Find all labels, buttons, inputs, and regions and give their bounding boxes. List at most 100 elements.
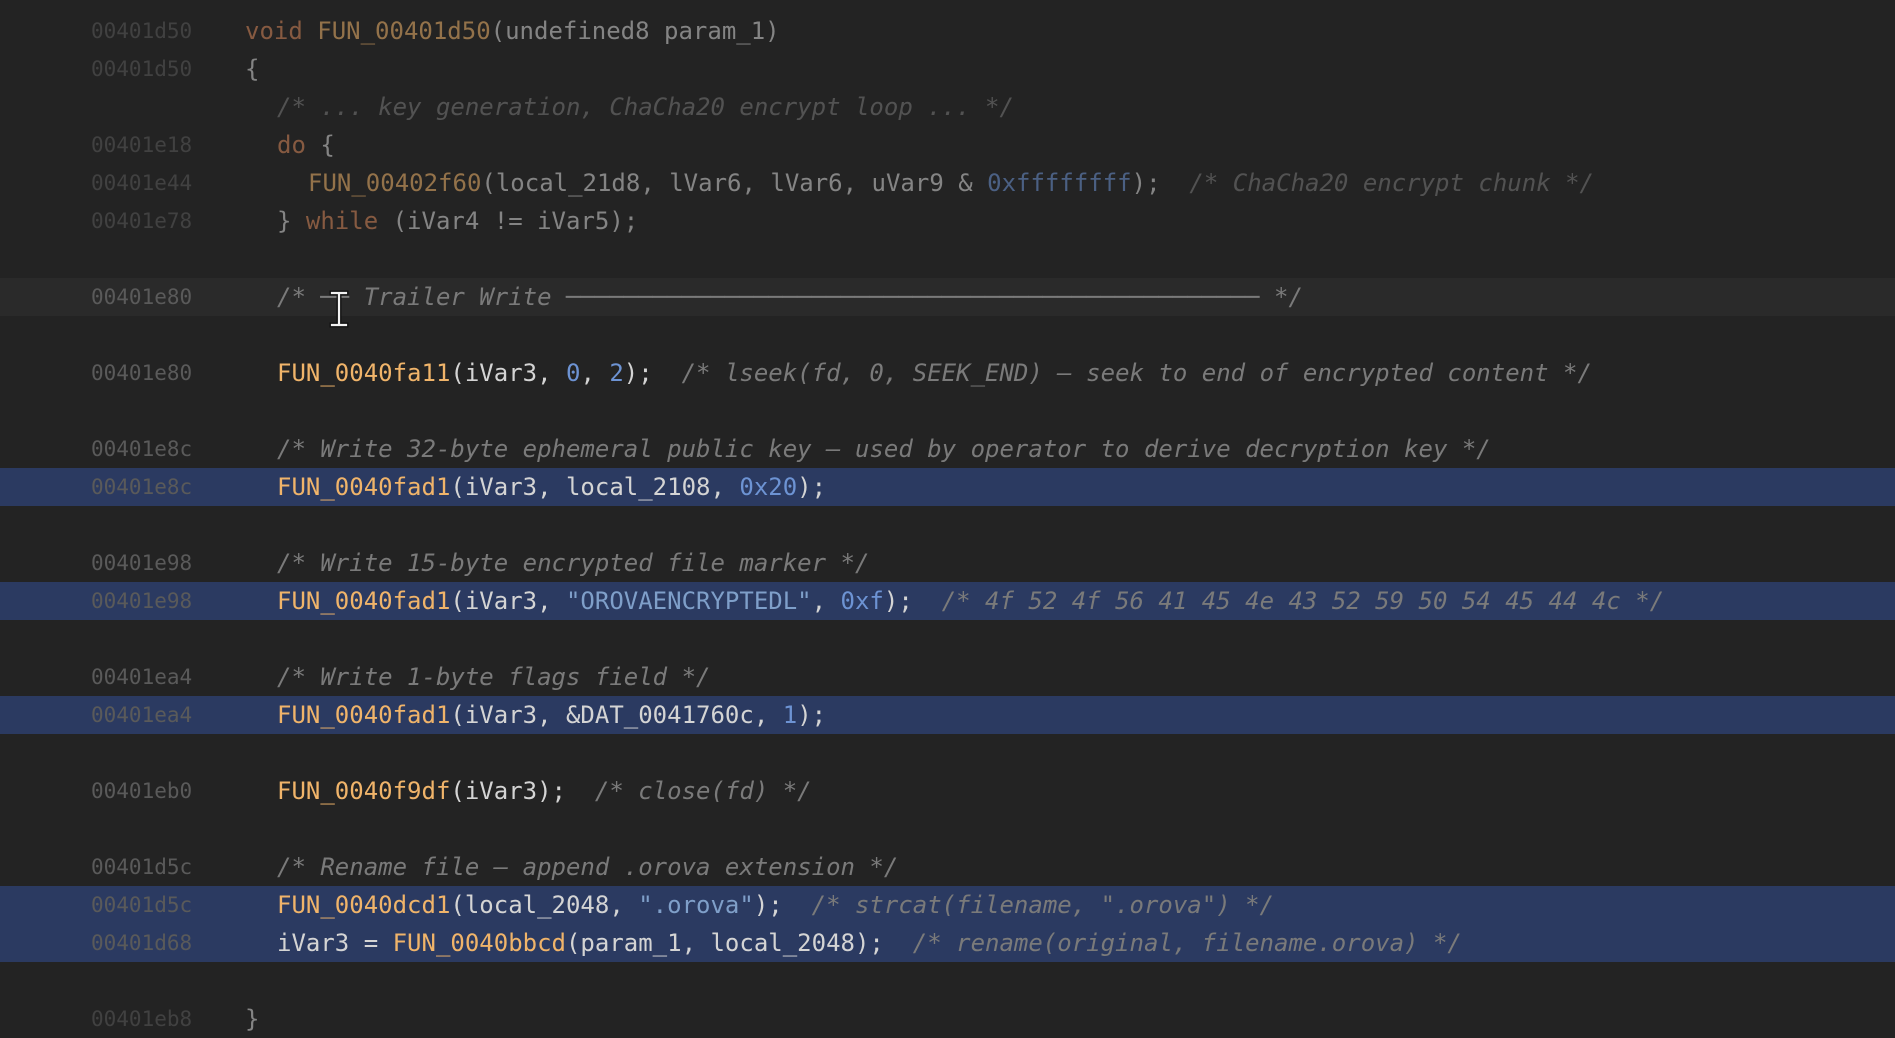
code-token: "OROVAENCRYPTEDL" bbox=[565, 587, 812, 615]
line-address: 00401d50 bbox=[91, 57, 193, 81]
code-token: FUN_0040fa11 bbox=[277, 359, 451, 387]
code-line[interactable]: 00401ea4 FUN_0040fad1(iVar3, &DAT_0041760… bbox=[0, 696, 1895, 734]
code-token: } bbox=[277, 207, 306, 235]
line-address: 00401d5c bbox=[91, 893, 193, 917]
line-address: 00401e44 bbox=[91, 171, 193, 195]
code-token: iVar3 = bbox=[277, 929, 393, 957]
code-text: FUN_0040fad1(iVar3, local_2108, 0x20); bbox=[277, 468, 826, 506]
code-line[interactable]: /* ... key generation, ChaCha20 encrypt … bbox=[0, 88, 1895, 126]
line-address: 00401e80 bbox=[91, 361, 193, 385]
line-address: 00401e80 bbox=[91, 285, 193, 309]
code-line[interactable]: 00401d5c /* Rename file — append .orova e… bbox=[0, 848, 1895, 886]
code-token: , bbox=[580, 359, 610, 387]
code-text: void FUN_00401d50(undefined8 param_1) bbox=[245, 12, 780, 50]
code-token: /* strcat(filename, ".orova") */ bbox=[811, 891, 1274, 919]
code-token: /* 4f 52 4f 56 41 45 4e 43 52 59 50 54 4… bbox=[941, 587, 1665, 615]
code-token: , bbox=[811, 587, 841, 615]
code-token: (iVar3); bbox=[450, 777, 595, 805]
code-line[interactable]: 00401e98 /* Write 15-byte encrypted file … bbox=[0, 544, 1895, 582]
code-token: ); bbox=[753, 891, 812, 919]
code-text: /* Write 1-byte flags field */ bbox=[277, 658, 710, 696]
code-text: FUN_0040fad1(iVar3, &DAT_0041760c, 1); bbox=[277, 696, 826, 734]
code-line[interactable]: 00401e80 FUN_0040fa11(iVar3, 0, 2); /* ls… bbox=[0, 354, 1895, 392]
code-token: (undefined8 param_1) bbox=[490, 17, 780, 45]
code-token: 0x20 bbox=[739, 473, 798, 501]
code-line[interactable]: 00401d50 { bbox=[0, 50, 1895, 88]
code-token: FUN_0040fad1 bbox=[277, 473, 451, 501]
line-address: 00401e98 bbox=[91, 589, 193, 613]
code-line[interactable] bbox=[0, 240, 1895, 278]
code-line[interactable] bbox=[0, 620, 1895, 658]
code-token: /* lseek(fd, 0, SEEK_END) — seek to end … bbox=[681, 359, 1592, 387]
code-text: do { bbox=[277, 126, 335, 164]
code-token: (iVar3, &DAT_0041760c, bbox=[450, 701, 783, 729]
code-text: /* Write 32-byte ephemeral public key — … bbox=[277, 430, 1491, 468]
code-token: (iVar4 != iVar5); bbox=[378, 207, 639, 235]
code-line[interactable]: 00401e78} while (iVar4 != iVar5); bbox=[0, 202, 1895, 240]
code-line[interactable]: 00401d68 iVar3 = FUN_0040bbcd(param_1, lo… bbox=[0, 924, 1895, 962]
line-address: 00401e98 bbox=[91, 551, 193, 575]
code-text: } while (iVar4 != iVar5); bbox=[277, 202, 638, 240]
code-token: 2 bbox=[609, 359, 624, 387]
code-token: /* Write 32-byte ephemeral public key — … bbox=[277, 435, 1491, 463]
code-text: } bbox=[245, 1000, 259, 1038]
code-text: /* ... key generation, ChaCha20 encrypt … bbox=[277, 88, 1014, 126]
code-line[interactable] bbox=[0, 962, 1895, 1000]
code-text: /* Rename file — append .orova extension… bbox=[277, 848, 898, 886]
code-token: FUN_0040f9df bbox=[277, 777, 451, 805]
code-text: /* Write 15-byte encrypted file marker *… bbox=[277, 544, 869, 582]
code-line[interactable]: 00401e8c /* Write 32-byte ephemeral publi… bbox=[0, 430, 1895, 468]
code-token: (local_21d8, lVar6, lVar6, uVar9 & bbox=[481, 169, 988, 197]
code-token: /* rename(original, filename.orova) */ bbox=[912, 929, 1462, 957]
code-token: FUN_0040bbcd bbox=[392, 929, 566, 957]
code-token: void bbox=[245, 17, 318, 45]
code-token: /* ... key generation, ChaCha20 encrypt … bbox=[277, 93, 1014, 121]
code-token: (param_1, local_2048); bbox=[565, 929, 913, 957]
code-token: /* Rename file — append .orova extension… bbox=[277, 853, 899, 881]
code-token: (iVar3, bbox=[450, 587, 566, 615]
code-token: /* close(fd) */ bbox=[594, 777, 812, 805]
code-token: ); bbox=[1131, 169, 1190, 197]
code-token: ".orova" bbox=[638, 891, 754, 919]
code-token: (iVar3, bbox=[450, 359, 566, 387]
code-line[interactable]: 00401d50 void FUN_00401d50(undefined8 par… bbox=[0, 12, 1895, 50]
code-token: (local_2048, bbox=[450, 891, 639, 919]
code-line[interactable]: 00401e44 FUN_00402f60(local_21d8, lVar6, … bbox=[0, 164, 1895, 202]
decompiler-listing[interactable]: 00401d50 void FUN_00401d50(undefined8 par… bbox=[0, 0, 1895, 1033]
code-line[interactable]: 00401e18 do { bbox=[0, 126, 1895, 164]
code-line[interactable]: 00401e98 FUN_0040fad1(iVar3, "OROVAENCRYP… bbox=[0, 582, 1895, 620]
code-token: ); bbox=[797, 701, 827, 729]
code-text: /* ── Trailer Write ────────────────────… bbox=[277, 278, 1303, 316]
code-token: /* ── Trailer Write ────────────────────… bbox=[277, 283, 1303, 311]
code-line[interactable]: 00401eb0 FUN_0040f9df(iVar3); /* close(fd… bbox=[0, 772, 1895, 810]
code-text: iVar3 = FUN_0040bbcd(param_1, local_2048… bbox=[277, 924, 1462, 962]
code-line[interactable]: 00401ea4 /* Write 1-byte flags field */ bbox=[0, 658, 1895, 696]
code-line[interactable]: 00401d5c FUN_0040dcd1(local_2048, ".orova… bbox=[0, 886, 1895, 924]
code-line[interactable] bbox=[0, 316, 1895, 354]
code-token: 0xf bbox=[840, 587, 884, 615]
code-token: 0 bbox=[565, 359, 581, 387]
line-address: 00401d5c bbox=[91, 855, 193, 879]
code-line[interactable] bbox=[0, 506, 1895, 544]
code-token: /* Write 15-byte encrypted file marker *… bbox=[277, 549, 870, 577]
code-token: while bbox=[305, 207, 379, 235]
code-token: FUN_00401d50 bbox=[317, 17, 491, 45]
code-token: ); bbox=[797, 473, 827, 501]
code-text: { bbox=[245, 50, 259, 88]
code-token: FUN_0040fad1 bbox=[277, 701, 451, 729]
code-line[interactable]: 00401e8c FUN_0040fad1(iVar3, local_2108, … bbox=[0, 468, 1895, 506]
line-address: 00401ea4 bbox=[91, 665, 193, 689]
code-token: 1 bbox=[782, 701, 798, 729]
code-line[interactable] bbox=[0, 392, 1895, 430]
code-token: /* ChaCha20 encrypt chunk */ bbox=[1189, 169, 1594, 197]
line-address: 00401e18 bbox=[91, 133, 193, 157]
code-token: do bbox=[277, 131, 306, 159]
code-line[interactable] bbox=[0, 734, 1895, 772]
code-text: FUN_0040dcd1(local_2048, ".orova"); /* s… bbox=[277, 886, 1274, 924]
code-line[interactable]: 00401eb8} bbox=[0, 1000, 1895, 1038]
code-text: FUN_00402f60(local_21d8, lVar6, lVar6, u… bbox=[308, 164, 1594, 202]
code-token: { bbox=[305, 131, 335, 159]
code-line[interactable]: 00401e80 /* ── Trailer Write ────────────… bbox=[0, 278, 1895, 316]
code-line[interactable] bbox=[0, 810, 1895, 848]
code-text: FUN_0040f9df(iVar3); /* close(fd) */ bbox=[277, 772, 812, 810]
